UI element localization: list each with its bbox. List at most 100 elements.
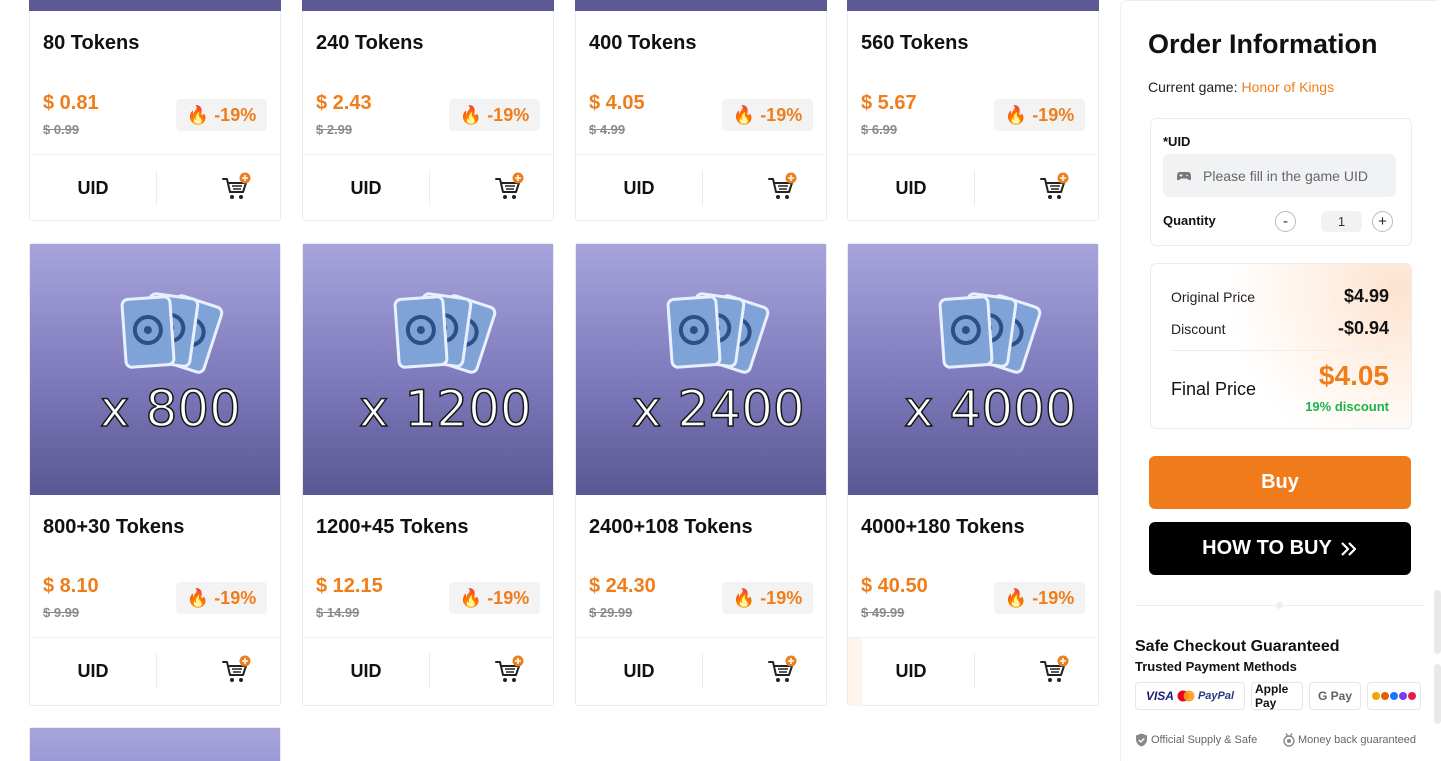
add-to-cart-icon[interactable] — [220, 172, 252, 204]
product-old-price: $ 49.99 — [861, 605, 905, 620]
product-image — [575, 0, 827, 11]
add-to-cart-icon[interactable] — [1038, 172, 1070, 204]
product-image — [847, 0, 1099, 11]
discount-badge: 🔥 -19% — [176, 582, 267, 614]
discount-amount: -$0.94 — [1337, 318, 1389, 338]
product-card-4000[interactable]: x 4000 4000+180 Tokens $ 40.50 $ 49.99 🔥… — [847, 243, 1099, 706]
product-card-1200[interactable]: x 1200 1200+45 Tokens $ 12.15 $ 14.99 🔥 -… — [302, 243, 554, 706]
uid-button[interactable]: UID — [848, 178, 974, 199]
fire-icon: 🔥 — [732, 587, 756, 608]
product-card-560[interactable]: 560 Tokens $ 5.67 $ 6.99 🔥 -19% UID — [847, 0, 1099, 221]
discount-badge: 🔥 -19% — [994, 582, 1085, 614]
uid-button[interactable]: UID — [576, 661, 702, 682]
product-card-next[interactable] — [29, 727, 281, 761]
quantity-input[interactable]: 1 — [1321, 211, 1362, 232]
product-old-price: $ 14.99 — [316, 605, 360, 620]
divider — [702, 653, 703, 689]
uid-button[interactable]: UID — [848, 661, 974, 682]
product-price: $ 2.43 — [316, 92, 372, 114]
product-price: $ 5.67 — [861, 92, 917, 114]
original-price-row: Original Price $4.99 — [1171, 286, 1389, 306]
product-old-price: $ 0.99 — [43, 122, 80, 137]
divider — [303, 154, 553, 155]
side-scroll-tab[interactable] — [1434, 590, 1441, 654]
product-price: $ 40.50 — [861, 575, 928, 597]
divider — [576, 637, 826, 638]
more-payments-icon — [1367, 682, 1421, 710]
add-to-cart-icon[interactable] — [766, 172, 798, 204]
add-to-cart-icon[interactable] — [1038, 655, 1070, 687]
product-price: $ 8.10 — [43, 575, 99, 597]
product-title: 800+30 Tokens — [43, 516, 185, 538]
original-price: $4.99 — [1343, 286, 1389, 306]
divider — [156, 170, 157, 206]
add-to-cart-icon[interactable] — [220, 655, 252, 687]
divider — [303, 637, 553, 638]
add-to-cart-icon[interactable] — [493, 655, 525, 687]
safe-checkout-title: Safe Checkout Guaranteed — [1135, 638, 1340, 655]
divider-dot — [1276, 602, 1283, 609]
token-cards-icon — [393, 292, 497, 374]
side-scroll-tab[interactable] — [1434, 664, 1441, 724]
product-image: x 800 — [30, 244, 280, 495]
mastercard-icon — [1177, 690, 1195, 702]
product-title: 2400+108 Tokens — [589, 516, 753, 538]
discount-row: Discount -$0.94 — [1171, 318, 1389, 338]
gamepad-icon — [1177, 171, 1191, 180]
discount-badge: 🔥 -19% — [994, 99, 1085, 131]
uid-button[interactable]: UID — [576, 178, 702, 199]
product-price: $ 12.15 — [316, 575, 383, 597]
product-image: x 1200 — [303, 244, 553, 495]
product-title: 80 Tokens — [43, 32, 140, 54]
divider — [30, 154, 280, 155]
token-cards-icon — [120, 292, 224, 374]
money-back-badge: Money back guaranteed — [1283, 733, 1416, 747]
product-card-240[interactable]: 240 Tokens $ 2.43 $ 2.99 🔥 -19% UID — [302, 0, 554, 221]
official-supply-badge: Official Supply & Safe — [1135, 733, 1257, 747]
uid-placeholder: Please fill in the game UID — [1203, 167, 1368, 184]
divider — [974, 170, 975, 206]
fire-icon: 🔥 — [459, 587, 483, 608]
product-card-80[interactable]: 80 Tokens $ 0.81 $ 0.99 🔥 -19% UID — [29, 0, 281, 221]
quantity-plus-button[interactable]: + — [1372, 211, 1393, 232]
product-image — [29, 0, 281, 11]
product-title: 1200+45 Tokens — [316, 516, 469, 538]
add-to-cart-icon[interactable] — [766, 655, 798, 687]
discount-badge: 🔥 -19% — [176, 99, 267, 131]
divider — [429, 653, 430, 689]
current-game-name[interactable]: Honor of Kings — [1241, 79, 1334, 95]
uid-button[interactable]: UID — [303, 178, 429, 199]
discount-badge: 🔥 -19% — [449, 582, 540, 614]
add-to-cart-icon[interactable] — [493, 172, 525, 204]
visa-mastercard-paypal-logo: VISA PayPal — [1135, 682, 1245, 710]
fire-icon: 🔥 — [1004, 104, 1028, 125]
product-title: 400 Tokens — [589, 32, 697, 54]
product-image — [30, 728, 280, 761]
order-title: Order Information — [1148, 29, 1378, 59]
divider — [156, 653, 157, 689]
final-price-label: Final Price — [1171, 379, 1257, 399]
safe-checkout-subtitle: Trusted Payment Methods — [1135, 659, 1297, 674]
google-pay-logo: G Pay — [1309, 682, 1361, 710]
product-title: 240 Tokens — [316, 32, 424, 54]
apple-pay-logo: Apple Pay — [1251, 682, 1303, 710]
uid-button[interactable]: UID — [303, 661, 429, 682]
product-card-2400[interactable]: x 2400 2400+108 Tokens $ 24.30 $ 29.99 🔥… — [575, 243, 827, 706]
buy-button[interactable]: Buy — [1149, 456, 1411, 509]
product-card-800[interactable]: x 800 800+30 Tokens $ 8.10 $ 9.99 🔥 -19% … — [29, 243, 281, 706]
product-title: 560 Tokens — [861, 32, 969, 54]
product-title: 4000+180 Tokens — [861, 516, 1025, 538]
product-card-400[interactable]: 400 Tokens $ 4.05 $ 4.99 🔥 -19% UID — [575, 0, 827, 221]
product-image: x 2400 — [576, 244, 826, 495]
uid-input[interactable]: Please fill in the game UID — [1163, 154, 1396, 197]
divider — [702, 170, 703, 206]
uid-button[interactable]: UID — [30, 661, 156, 682]
page: 80 Tokens $ 0.81 $ 0.99 🔥 -19% UID 240 To… — [0, 0, 1441, 761]
uid-button[interactable]: UID — [30, 178, 156, 199]
product-old-price: $ 29.99 — [589, 605, 633, 620]
quantity-minus-button[interactable]: - — [1275, 211, 1296, 232]
payment-methods: VISA PayPal Apple Pay G Pay — [1135, 682, 1427, 712]
medal-icon — [1283, 733, 1295, 747]
discount-badge: 🔥 -19% — [722, 99, 813, 131]
how-to-buy-button[interactable]: HOW TO BUY — [1149, 522, 1411, 575]
